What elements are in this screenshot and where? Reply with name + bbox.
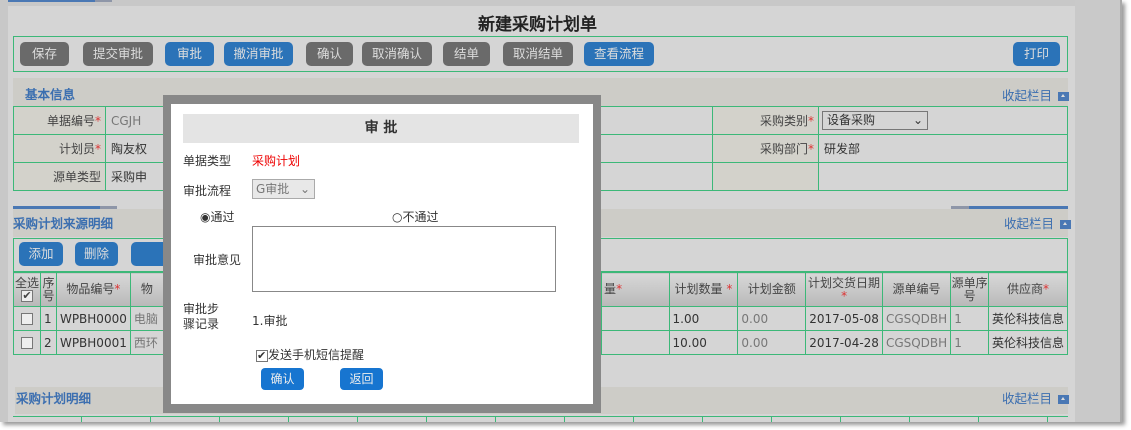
cell-supplier: 英伦科技信息 [991,312,1064,326]
source-collapse[interactable]: 收起栏目 [1004,213,1072,232]
doc-no-label: 单据编号 [46,114,95,128]
col-supplier: 供应商 [1006,282,1043,296]
flow-value: G审批 [256,182,290,196]
reject-radio[interactable]: ○不通过 [392,208,439,225]
steps-value: 1.审批 [252,314,288,328]
cell-plan-qty: 10.00 [672,335,707,350]
cell-item-no: WPBH0001 [59,335,127,350]
cell-supplier: 英伦科技信息 [991,336,1064,350]
cell-src-no: CGSQDBH [885,335,948,350]
pass-radio[interactable]: ◉通过 [200,208,235,225]
collapse-up-icon [1058,395,1070,404]
radio-checked-icon: ◉ [200,210,211,224]
basic-collapse[interactable]: 收起栏目 [1002,85,1070,104]
print-button[interactable]: 打印 [1013,42,1060,66]
toolbar-button[interactable]: 结单 [443,42,490,66]
cell-plan-amt: 0.00 [741,335,769,350]
col-plan-qty: 计划数量 [674,282,723,296]
delete-button[interactable]: 删除 [75,242,118,266]
sms-label: 发送手机短信提醒 [268,348,365,362]
dept-label: 采购部门 [759,142,808,156]
sms-checkbox[interactable]: ✔ 发送手机短信提醒 [256,346,364,363]
col-delivery: 计划交货日期 [808,275,881,290]
category-value: 设备采购 [827,113,876,127]
pass-label: 通过 [210,210,235,224]
collapse-up-icon [1058,92,1070,101]
toolbar-button[interactable]: 保存 [20,42,69,66]
cell-plan-qty: 1.00 [672,311,700,326]
toolbar-button[interactable]: 审批 [165,42,214,66]
flow-label: 审批流程 [183,184,232,198]
back-button[interactable]: 返回 [340,368,383,390]
doc-type-label: 单据类型 [183,154,232,168]
select-all-checkbox[interactable]: ✔ [20,290,33,302]
col-src-seq: 源单序号 [950,272,989,307]
cell-src-seq: 1 [954,311,962,326]
add-button[interactable]: 添加 [19,242,63,266]
detail-table [13,416,1068,422]
cell-delivery: 2017-05-08 [809,311,879,326]
radio-unchecked-icon: ○ [392,210,403,224]
chevron-down-icon: ⌄ [299,182,310,196]
planner-label: 计划员 [58,142,95,156]
approval-dialog: 审 批 单据类型 采购计划 审批流程 G审批 ⌄ ◉通过 ○不通过 审批意见 审批… [171,104,593,404]
detail-title: 采购计划明细 [16,391,92,406]
doc-no-value: CGJH [111,113,142,128]
source-title: 采购计划来源明细 [13,216,114,231]
col-src-no: 源单编号 [881,272,952,307]
col-qty: 量 [604,282,617,296]
cell-seq: 1 [43,311,52,326]
toolbar-button[interactable]: 撤消审批 [224,42,293,66]
doc-type-value: 采购计划 [252,154,301,168]
flow-select[interactable]: G审批 ⌄ [252,179,315,199]
cell-src-seq: 1 [954,335,962,350]
cell-item-no: WPBH0000 [59,311,127,326]
dept-value: 研发部 [824,142,861,156]
detail-collapse[interactable]: 收起栏目 [1002,388,1070,407]
opinion-label: 审批意见 [193,253,242,267]
collapse-label: 收起栏目 [1002,88,1053,103]
select-all-label: 全选 [14,275,39,290]
collapse-up-icon [1060,220,1072,229]
chevron-down-icon: ⌄ [912,113,923,127]
toolbar-button[interactable]: 取消结单 [503,42,573,66]
cell-plan-amt: 0.00 [741,311,769,326]
collapse-label: 收起栏目 [1004,216,1055,231]
cell-item-name: 西环 [133,336,158,350]
col-item-no: 物品编号 [66,282,115,296]
opinion-textarea[interactable] [252,226,556,292]
top-progress [8,0,95,2]
cell-delivery: 2017-04-28 [809,335,879,350]
cell-seq: 2 [43,335,52,350]
col-plan-amt: 计划金额 [737,272,807,307]
category-label: 采购类别 [759,114,808,128]
toolbar-button[interactable]: 取消确认 [362,42,432,66]
toolbar-button[interactable]: 确认 [306,42,353,66]
checkbox-checked-icon: ✔ [256,348,268,362]
dialog-title: 审 批 [183,114,579,143]
scrollbar[interactable] [1075,0,1120,422]
basic-info-title: 基本信息 [25,87,76,102]
confirm-button[interactable]: 确认 [261,368,304,390]
steps-label: 审批步骤记录 [183,302,220,331]
page-title: 新建采购计划单 [478,15,597,35]
cell-item-name: 电脑 [133,312,158,326]
cell-src-no: CGSQDBH [885,311,948,326]
collapse-label: 收起栏目 [1002,391,1053,406]
src-type-value: 采购申 [111,170,148,184]
src-type-label: 源单类型 [52,170,101,184]
col-seq: 序号 [39,272,57,307]
toolbar-button[interactable]: 查看流程 [584,42,654,66]
top-progress-rest [95,0,112,2]
row-checkbox[interactable] [20,337,33,349]
planner-value: 陶友权 [111,142,148,156]
row-checkbox[interactable] [20,313,33,325]
category-select[interactable]: 设备采购 ⌄ [822,111,928,130]
toolbar-button[interactable]: 提交审批 [83,42,153,66]
reject-label: 不通过 [402,210,439,224]
